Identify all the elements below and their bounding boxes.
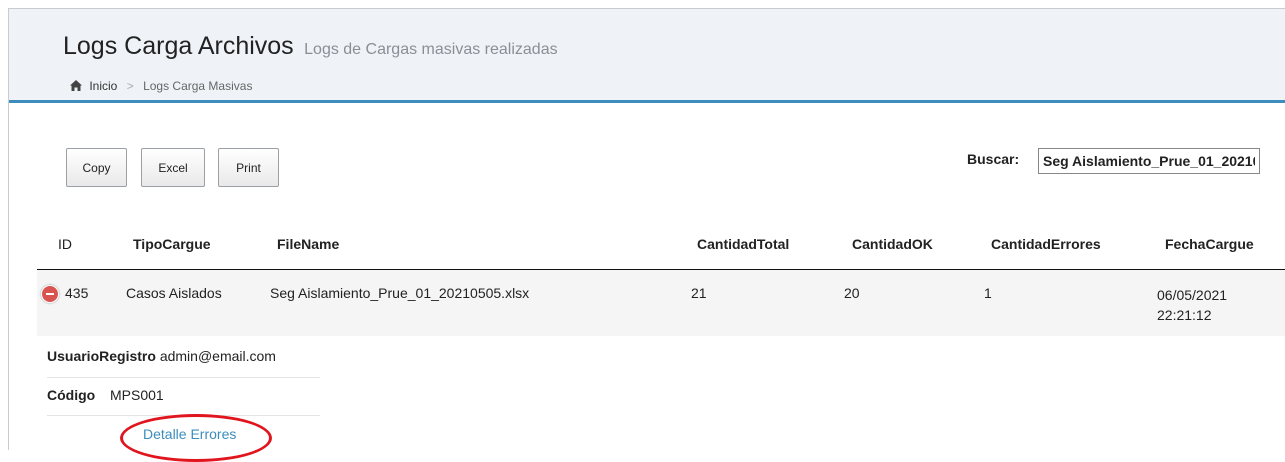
- detail-usuario-registro: UsuarioRegistro admin@email.com: [47, 348, 276, 364]
- breadcrumb-separator: >: [126, 79, 134, 93]
- breadcrumb: Inicio > Logs Carga Masivas: [70, 79, 252, 93]
- cell-id: 435: [65, 285, 89, 301]
- table-row[interactable]: [37, 270, 1285, 336]
- column-header-fecha-cargue[interactable]: FechaCargue: [1165, 236, 1254, 252]
- home-icon: [70, 80, 82, 91]
- highlight-annotation: [120, 414, 272, 462]
- column-header-id[interactable]: ID: [58, 236, 72, 252]
- cell-tipo-cargue: Casos Aislados: [126, 285, 222, 301]
- cell-cantidad-total: 21: [691, 285, 707, 301]
- cell-file-name: Seg Aislamiento_Prue_01_20210505.xlsx: [270, 285, 530, 301]
- collapse-row-icon[interactable]: [42, 286, 58, 302]
- search-input[interactable]: [1038, 148, 1260, 174]
- detail-divider: [47, 377, 320, 378]
- page-subtitle: Logs de Cargas masivas realizadas: [304, 41, 558, 58]
- breadcrumb-current: Logs Carga Masivas: [143, 79, 253, 93]
- usuario-registro-label: UsuarioRegistro: [47, 348, 156, 364]
- title-block: Logs Carga Archivos Logs de Cargas masiv…: [63, 32, 558, 61]
- usuario-registro-value: admin@email.com: [159, 348, 276, 364]
- search-label: Buscar:: [967, 151, 1020, 167]
- cell-cantidad-ok: 20: [844, 285, 860, 301]
- cell-cantidad-errores: 1: [984, 285, 992, 301]
- column-header-cantidad-total[interactable]: CantidadTotal: [697, 236, 789, 252]
- column-header-cantidad-ok[interactable]: CantidadOK: [852, 236, 933, 252]
- page-title: Logs Carga Archivos: [63, 32, 294, 60]
- print-button[interactable]: Print: [218, 148, 279, 187]
- column-header-tipo-cargue[interactable]: TipoCargue: [133, 236, 211, 252]
- detail-codigo: Código MPS001: [47, 387, 164, 403]
- cell-fecha-cargue: 06/05/2021 22:21:12: [1157, 287, 1228, 323]
- copy-button[interactable]: Copy: [66, 148, 127, 187]
- codigo-label: Código: [47, 387, 96, 403]
- excel-button[interactable]: Excel: [141, 148, 205, 187]
- column-header-file-name[interactable]: FileName: [277, 236, 339, 252]
- breadcrumb-home-link[interactable]: Inicio: [89, 79, 117, 93]
- codigo-value: MPS001: [110, 387, 164, 403]
- column-header-cantidad-errores[interactable]: CantidadErrores: [991, 236, 1101, 252]
